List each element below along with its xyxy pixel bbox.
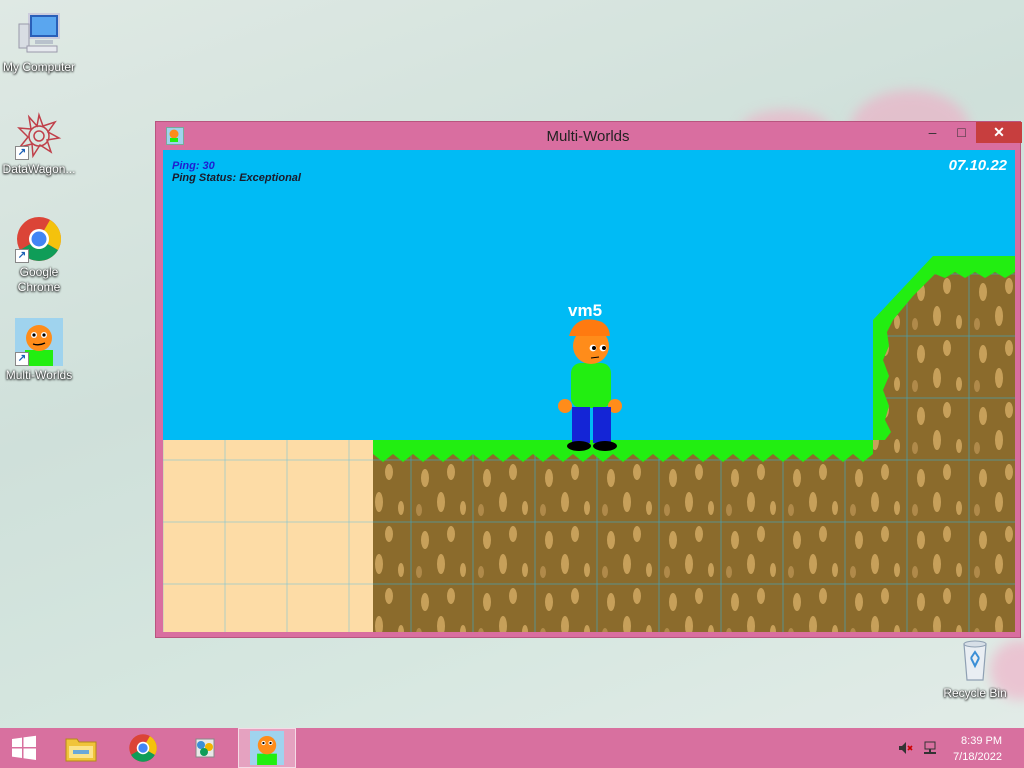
- desktop-icon-multi-worlds[interactable]: ↗ Multi-Worlds: [1, 318, 77, 383]
- computer-icon: [15, 10, 63, 58]
- multi-worlds-window: Multi-Worlds – □ ✕ Ping: 30 Ping Status:…: [155, 121, 1022, 638]
- dirt-ground: [373, 448, 873, 632]
- taskbar-datawagon[interactable]: [177, 728, 233, 768]
- shortcut-arrow-icon: ↗: [15, 146, 29, 160]
- clock-date: 7/18/2022: [953, 751, 1002, 763]
- desktop-icon-label: DataWagon...: [2, 162, 76, 176]
- desktop-icon-label: Multi-Worlds: [5, 368, 73, 382]
- multiworlds-icon: ↗: [15, 318, 63, 366]
- desktop-icon-datawagon[interactable]: ↗ DataWagon...: [1, 112, 77, 177]
- chrome-icon: ↗: [15, 215, 63, 263]
- player-character: [558, 319, 622, 451]
- close-button[interactable]: ✕: [976, 122, 1022, 143]
- start-icon: [12, 735, 36, 760]
- minimize-button[interactable]: –: [918, 122, 947, 143]
- game-date: 07.10.22: [948, 157, 1007, 174]
- ping-status: Ping Status: Exceptional: [172, 172, 301, 184]
- taskbar: 8:39 PM 7/18/2022: [0, 728, 1024, 768]
- window-titlebar[interactable]: Multi-Worlds – □ ✕: [156, 122, 1022, 150]
- volume-muted-icon[interactable]: [898, 741, 914, 755]
- maximize-button[interactable]: □: [947, 122, 976, 143]
- multiworlds-icon: [250, 731, 284, 765]
- network-icon[interactable]: [922, 741, 938, 755]
- desktop-icon-label: My Computer: [2, 60, 76, 74]
- taskbar-multi-worlds[interactable]: [238, 728, 296, 768]
- desktop-icon-my-computer[interactable]: My Computer: [1, 10, 77, 75]
- window-title: Multi-Worlds: [546, 128, 630, 145]
- recycle-bin-icon: [951, 636, 999, 684]
- game-world: [163, 256, 1015, 632]
- desktop-icon-label: Google Chrome: [17, 265, 61, 294]
- ping-value: Ping: 30: [172, 160, 215, 172]
- taskbar-file-explorer[interactable]: [53, 728, 109, 768]
- player-name-label: vm5: [568, 301, 603, 320]
- desktop-icon-recycle-bin[interactable]: Recycle Bin: [937, 636, 1013, 701]
- datawagon-icon: ↗: [15, 112, 63, 160]
- start-button[interactable]: [0, 728, 48, 768]
- file-explorer-icon: [65, 738, 97, 762]
- sand-block: [163, 440, 373, 632]
- taskbar-chrome[interactable]: [115, 728, 171, 768]
- shortcut-arrow-icon: ↗: [15, 352, 29, 366]
- datawagon-icon: [195, 738, 215, 758]
- game-canvas[interactable]: Ping: 30 Ping Status: Exceptional 07.10.…: [163, 150, 1015, 632]
- chrome-icon: [129, 734, 157, 762]
- desktop-icon-label: Recycle Bin: [943, 686, 1007, 700]
- desktop-icon-chrome[interactable]: ↗ Google Chrome: [1, 215, 77, 295]
- shortcut-arrow-icon: ↗: [15, 249, 29, 263]
- system-clock[interactable]: 8:39 PM 7/18/2022: [953, 733, 1002, 765]
- clock-time: 8:39 PM: [961, 735, 1002, 747]
